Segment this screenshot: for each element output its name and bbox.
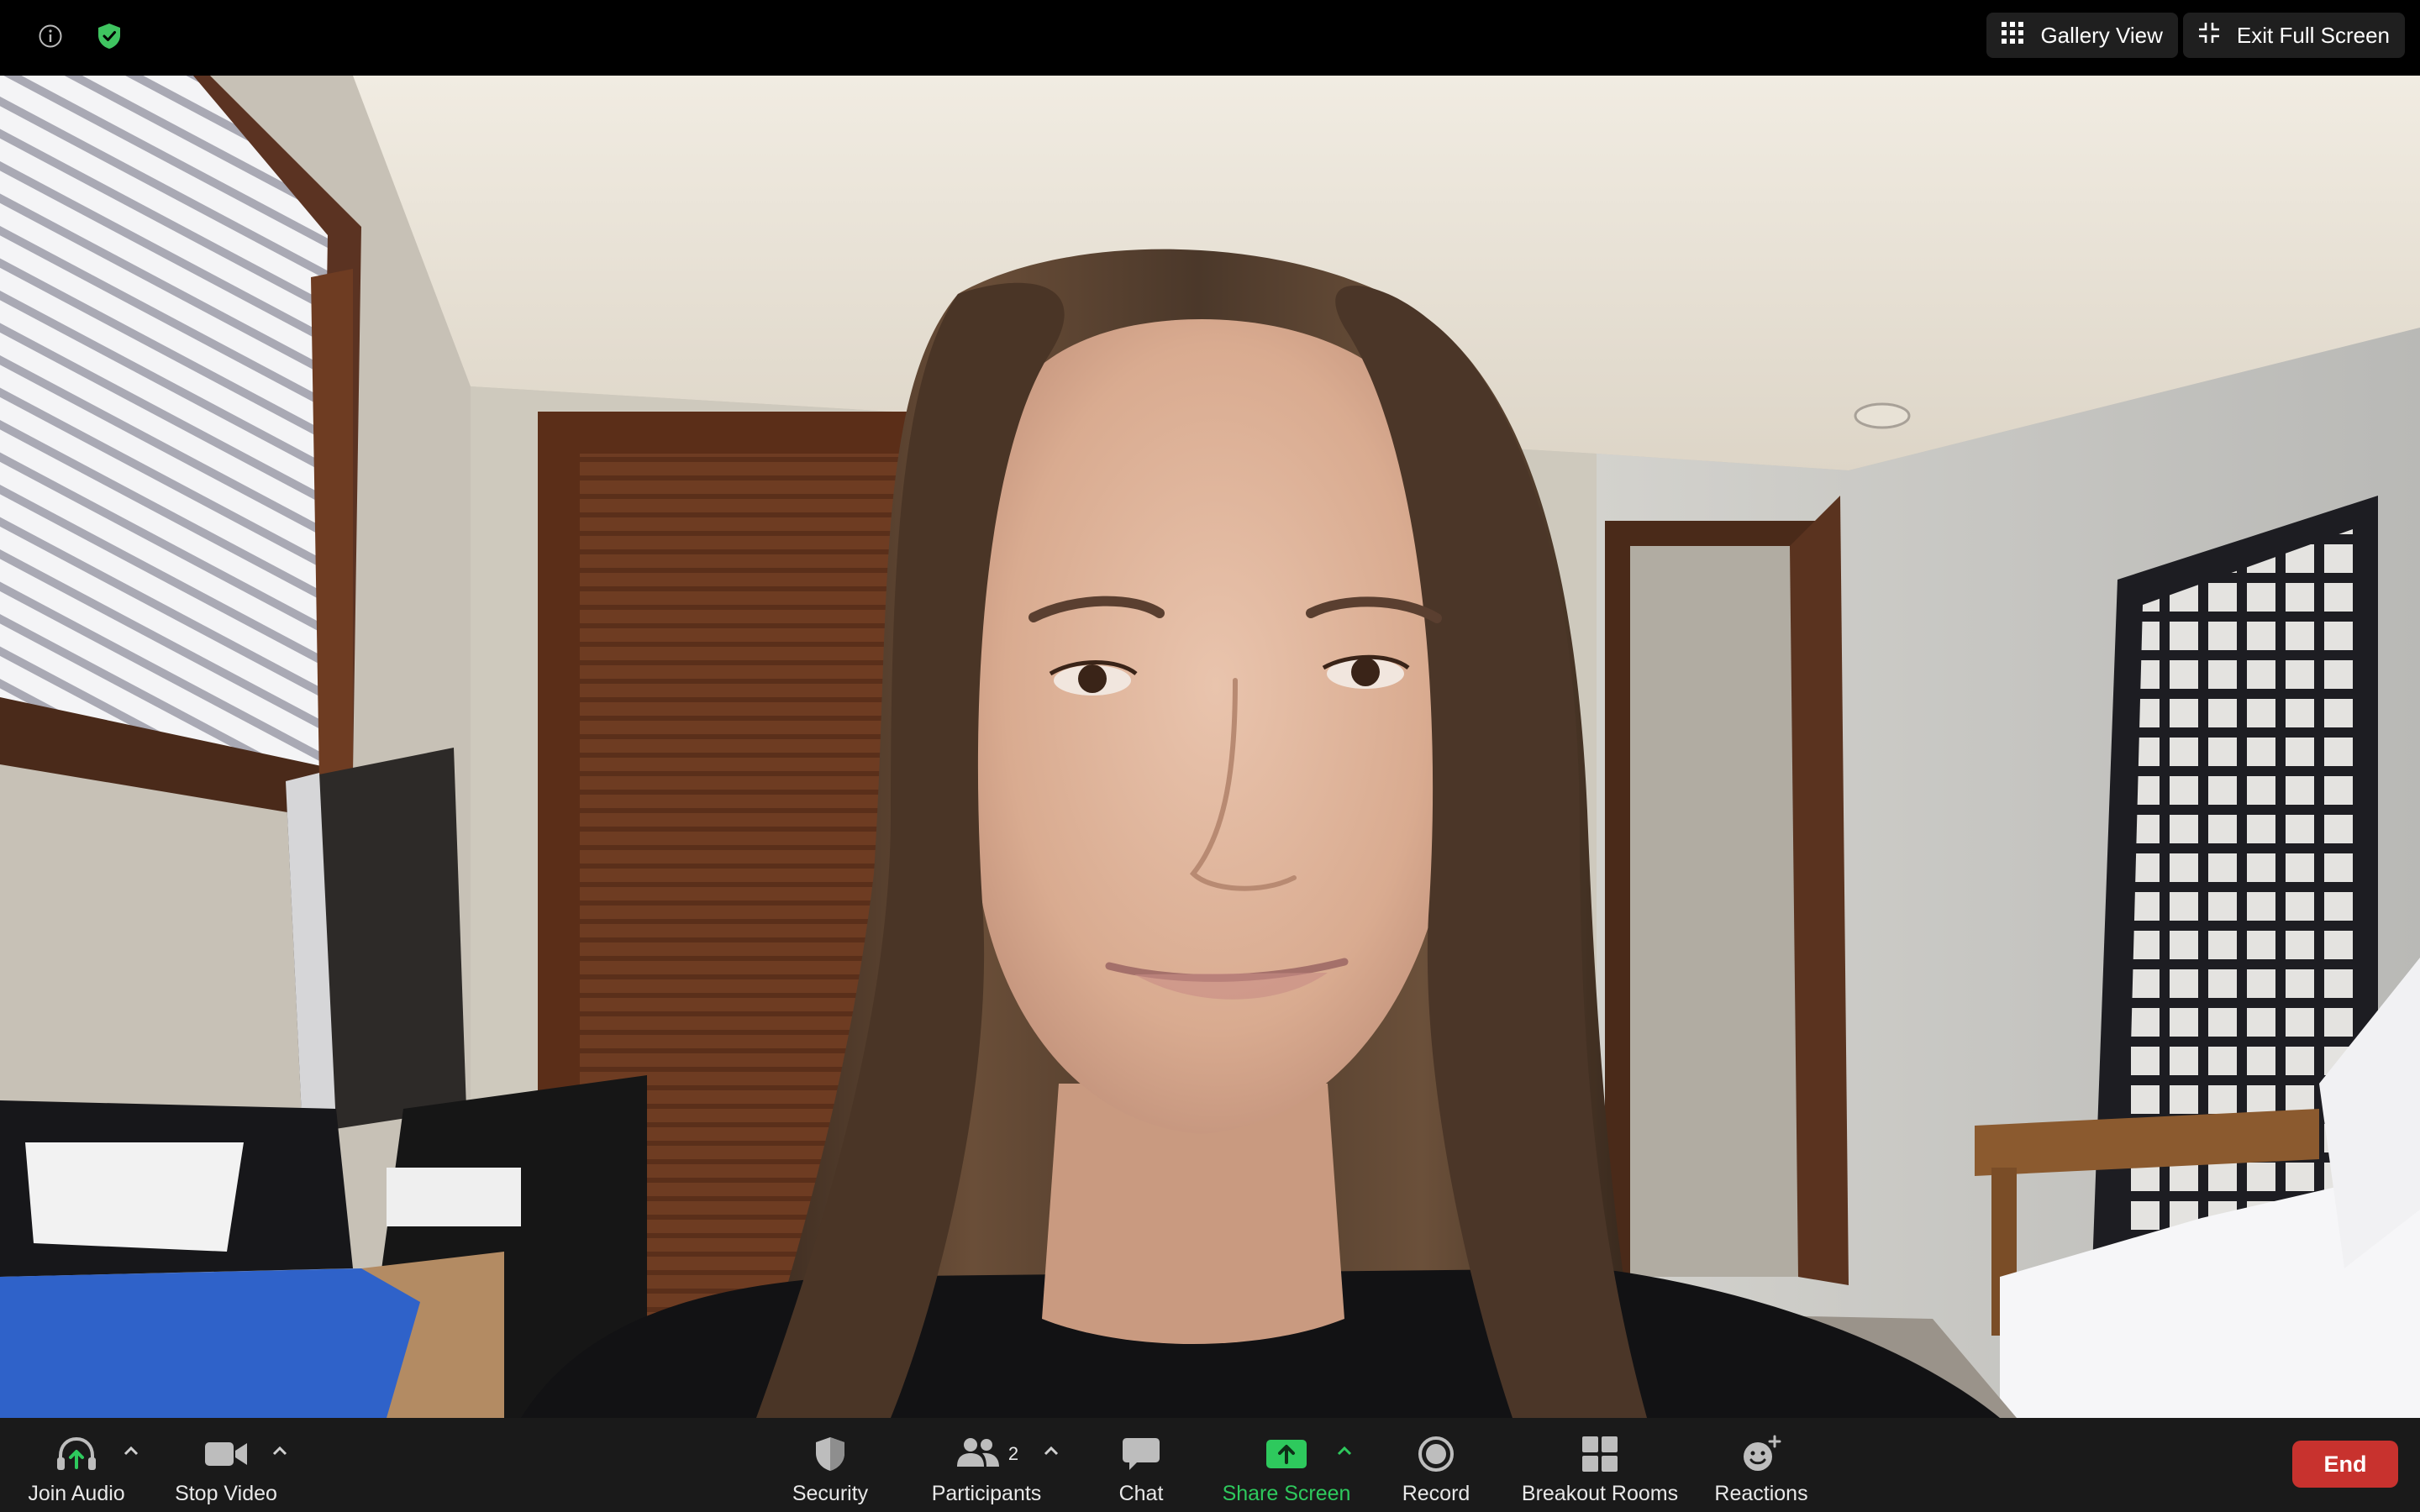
- participants-options-caret[interactable]: [1040, 1441, 1062, 1463]
- chevron-up-icon: [272, 1445, 287, 1460]
- share-screen-icon: [1265, 1430, 1307, 1478]
- meeting-toolbar: Join Audio Stop Video Security 2 Partici…: [0, 1418, 2420, 1512]
- reactions-button[interactable]: Reactions: [1711, 1418, 1812, 1512]
- join-audio-label: Join Audio: [28, 1482, 125, 1505]
- smiley-plus-icon: [1741, 1430, 1781, 1478]
- participant-video-feed[interactable]: [0, 76, 2420, 1418]
- stop-video-label: Stop Video: [175, 1482, 277, 1505]
- record-label: Record: [1402, 1482, 1470, 1505]
- participants-label: Participants: [931, 1482, 1042, 1505]
- video-camera-icon: [204, 1430, 248, 1478]
- headphones-icon: [55, 1430, 97, 1478]
- chevron-up-icon: [1044, 1445, 1059, 1460]
- gallery-view-button[interactable]: Gallery View: [1986, 13, 2178, 58]
- top-bar: Gallery View Exit Full Screen: [0, 0, 2420, 76]
- record-button[interactable]: Record: [1395, 1418, 1477, 1512]
- security-label: Security: [792, 1482, 869, 1505]
- chat-label: Chat: [1118, 1482, 1164, 1505]
- exit-full-screen-button[interactable]: Exit Full Screen: [2182, 13, 2405, 58]
- breakout-grid-icon: [1581, 1430, 1618, 1478]
- grid-icon: [2002, 21, 2024, 50]
- participants-icon-group: 2: [955, 1430, 1018, 1478]
- chevron-up-icon: [1337, 1445, 1352, 1460]
- gallery-view-label: Gallery View: [2040, 22, 2163, 48]
- share-screen-button[interactable]: Share Screen: [1218, 1418, 1355, 1512]
- people-icon: [955, 1436, 1002, 1473]
- info-icon: [38, 24, 63, 53]
- video-frame-illustration: [0, 76, 2420, 1418]
- shield-icon: [813, 1430, 847, 1478]
- encryption-button[interactable]: [86, 14, 133, 61]
- end-meeting-button[interactable]: End: [2292, 1441, 2398, 1488]
- video-options-caret[interactable]: [269, 1441, 291, 1463]
- participants-button[interactable]: 2 Participants: [924, 1418, 1049, 1512]
- security-button[interactable]: Security: [780, 1418, 881, 1512]
- participants-count: 2: [1007, 1443, 1019, 1464]
- audio-options-caret[interactable]: [120, 1441, 142, 1463]
- share-screen-label: Share Screen: [1222, 1482, 1351, 1505]
- top-left-controls: [27, 14, 133, 61]
- stop-video-button[interactable]: Stop Video: [168, 1418, 284, 1512]
- chat-button[interactable]: Chat: [1101, 1418, 1181, 1512]
- reactions-label: Reactions: [1714, 1482, 1808, 1505]
- meeting-info-button[interactable]: [27, 14, 74, 61]
- top-right-controls: Gallery View Exit Full Screen: [1986, 13, 2405, 58]
- record-icon: [1418, 1430, 1455, 1478]
- chevron-up-icon: [124, 1445, 139, 1460]
- share-options-caret[interactable]: [1334, 1441, 1355, 1463]
- exit-fullscreen-icon: [2198, 22, 2220, 50]
- shield-check-icon: [97, 23, 122, 54]
- breakout-rooms-button[interactable]: Breakout Rooms: [1519, 1418, 1681, 1512]
- exit-full-screen-label: Exit Full Screen: [2236, 22, 2390, 48]
- join-audio-button[interactable]: Join Audio: [24, 1418, 129, 1512]
- breakout-rooms-label: Breakout Rooms: [1521, 1482, 1679, 1505]
- chat-bubble-icon: [1122, 1430, 1160, 1478]
